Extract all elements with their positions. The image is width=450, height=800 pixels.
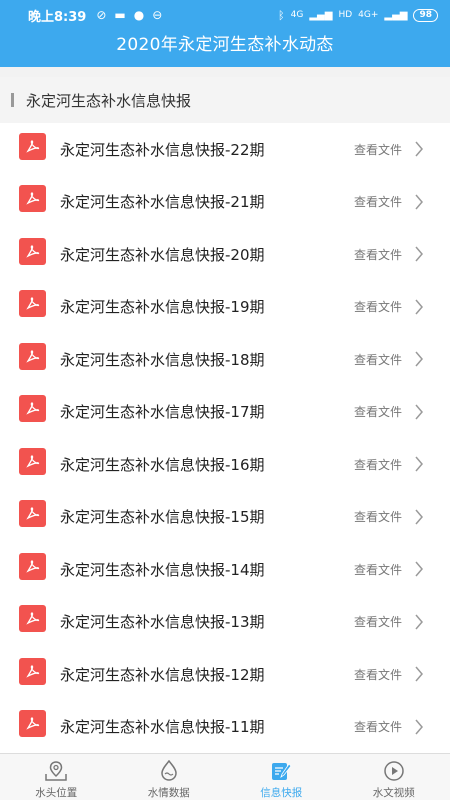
chevron-right-icon (408, 614, 430, 630)
view-file-link[interactable]: 查看文件 (354, 246, 402, 263)
report-title: 永定河生态补水信息快报-15期 (60, 508, 265, 527)
report-title: 永定河生态补水信息快报-13期 (60, 613, 265, 632)
pdf-file-icon (19, 657, 46, 685)
section-marker (11, 93, 14, 107)
list-item[interactable]: 永定河生态补水信息快报-20期 查看文件 (0, 228, 450, 281)
view-file-link[interactable]: 查看文件 (354, 403, 402, 420)
signal-icon: ▂▄▆ (309, 9, 333, 21)
pdf-file-icon (19, 605, 46, 633)
status-time: 晚上8:39 (28, 9, 87, 25)
view-file-link[interactable]: 查看文件 (354, 561, 402, 578)
chevron-right-icon (408, 509, 430, 525)
chevron-right-icon (408, 561, 430, 577)
view-file-link[interactable]: 查看文件 (354, 718, 402, 735)
section-title: 永定河生态补水信息快报 (26, 91, 192, 110)
view-file-link[interactable]: 查看文件 (354, 193, 402, 210)
chevron-right-icon (408, 719, 430, 735)
net-4g-label: 4G (290, 10, 304, 20)
pdf-file-icon (19, 185, 46, 213)
net-4gplus-label: 4G+ (358, 10, 379, 20)
view-file-link[interactable]: 查看文件 (354, 351, 402, 368)
list-item[interactable]: 永定河生态补水信息快报-17期 查看文件 (0, 386, 450, 439)
list-item[interactable]: 永定河生态补水信息快报-21期 查看文件 (0, 176, 450, 229)
mute-icon: ⊘ (96, 8, 107, 22)
list-item[interactable]: 永定河生态补水信息快报-15期 查看文件 (0, 491, 450, 544)
list-item[interactable]: 永定河生态补水信息快报-16期 查看文件 (0, 438, 450, 491)
report-title: 永定河生态补水信息快报-14期 (60, 560, 265, 579)
blocked-icon: ⊖ (152, 8, 163, 22)
tab-label: 水头位置 (35, 787, 78, 799)
pdf-file-icon (19, 447, 46, 475)
chevron-right-icon (408, 194, 430, 210)
status-bar: 晚上8:39 ⊘ ▬ ● ⊖ ᛒ 4G ▂▄▆ HD 4G+ ▂▄▆ 98 (0, 0, 450, 30)
signal-icon-2: ▂▄▆ (384, 9, 408, 21)
bluetooth-icon: ᛒ (278, 8, 285, 22)
report-title: 永定河生态补水信息快报-21期 (60, 193, 265, 212)
pdf-file-icon (19, 132, 46, 160)
net-hd-label: HD (338, 10, 353, 20)
tab-water-drop[interactable]: 水情数据 (113, 754, 226, 800)
chevron-right-icon (408, 456, 430, 472)
list-item[interactable]: 永定河生态补水信息快报-13期 查看文件 (0, 596, 450, 649)
tab-label: 水情数据 (147, 787, 190, 799)
message-icon: ▬ (114, 8, 126, 22)
chevron-right-icon (408, 299, 430, 315)
list-item[interactable]: 永定河生态补水信息快报-11期 查看文件 (0, 701, 450, 754)
tab-label: 信息快报 (260, 787, 303, 799)
view-file-link[interactable]: 查看文件 (354, 666, 402, 683)
list-item[interactable]: 永定河生态补水信息快报-14期 查看文件 (0, 543, 450, 596)
pdf-file-icon (19, 290, 46, 318)
pdf-file-icon (19, 342, 46, 370)
tab-label: 水文视频 (372, 787, 415, 799)
list-item[interactable]: 永定河生态补水信息快报-18期 查看文件 (0, 333, 450, 386)
report-title: 永定河生态补水信息快报-19期 (60, 298, 265, 317)
report-title: 永定河生态补水信息快报-20期 (60, 245, 265, 264)
map-pin-icon (43, 760, 69, 782)
tab-map-pin[interactable]: 水头位置 (0, 754, 113, 800)
list-item[interactable]: 永定河生态补水信息快报-19期 查看文件 (0, 281, 450, 334)
status-right: ᛒ 4G ▂▄▆ HD 4G+ ▂▄▆ 98 (278, 8, 438, 22)
tab-play-circle[interactable]: 水文视频 (338, 754, 450, 800)
tab-note-edit[interactable]: 信息快报 (225, 754, 338, 800)
view-file-link[interactable]: 查看文件 (354, 456, 402, 473)
chevron-right-icon (408, 351, 430, 367)
chevron-right-icon (408, 246, 430, 262)
pdf-file-icon (19, 552, 46, 580)
app-header: 晚上8:39 ⊘ ▬ ● ⊖ ᛒ 4G ▂▄▆ HD 4G+ ▂▄▆ 98 20… (0, 0, 450, 67)
report-title: 永定河生态补水信息快报-16期 (60, 455, 265, 474)
view-file-link[interactable]: 查看文件 (354, 141, 402, 158)
water-drop-icon (156, 760, 182, 782)
pdf-file-icon (19, 237, 46, 265)
pdf-file-icon (19, 395, 46, 423)
pdf-file-icon (19, 710, 46, 738)
drop-icon: ● (133, 8, 145, 22)
report-title: 永定河生态补水信息快报-11期 (60, 718, 265, 737)
view-file-link[interactable]: 查看文件 (354, 613, 402, 630)
report-title: 永定河生态补水信息快报-22期 (60, 140, 265, 159)
view-file-link[interactable]: 查看文件 (354, 508, 402, 525)
list-item[interactable]: 永定河生态补水信息快报-22期 查看文件 (0, 123, 450, 176)
battery-icon: 98 (413, 8, 438, 22)
section-header: 永定河生态补水信息快报 (0, 77, 450, 123)
note-edit-icon (268, 760, 294, 782)
view-file-link[interactable]: 查看文件 (354, 298, 402, 315)
chevron-right-icon (408, 666, 430, 682)
play-circle-icon (381, 760, 407, 782)
bottom-tab-bar: 水头位置 水情数据 信息快报 水文视频 (0, 753, 450, 800)
report-list: 永定河生态补水信息快报-22期 查看文件 永定河生态补水信息快报-21期 查看文件 永定… (0, 123, 450, 753)
chevron-right-icon (408, 404, 430, 420)
report-title: 永定河生态补水信息快报-17期 (60, 403, 265, 422)
pdf-file-icon (19, 500, 46, 528)
report-title: 永定河生态补水信息快报-12期 (60, 665, 265, 684)
page-title: 2020年永定河生态补水动态 (116, 35, 334, 55)
chevron-right-icon (408, 141, 430, 157)
report-title: 永定河生态补水信息快报-18期 (60, 350, 265, 369)
list-item[interactable]: 永定河生态补水信息快报-12期 查看文件 (0, 648, 450, 701)
